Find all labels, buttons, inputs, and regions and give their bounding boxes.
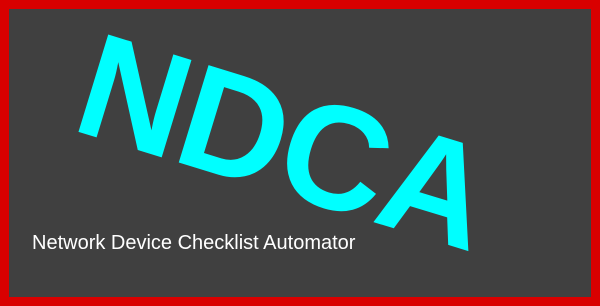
- splash-screen: NDCA Network Device Checklist Automator: [0, 0, 600, 306]
- app-subtitle: Network Device Checklist Automator: [32, 232, 356, 254]
